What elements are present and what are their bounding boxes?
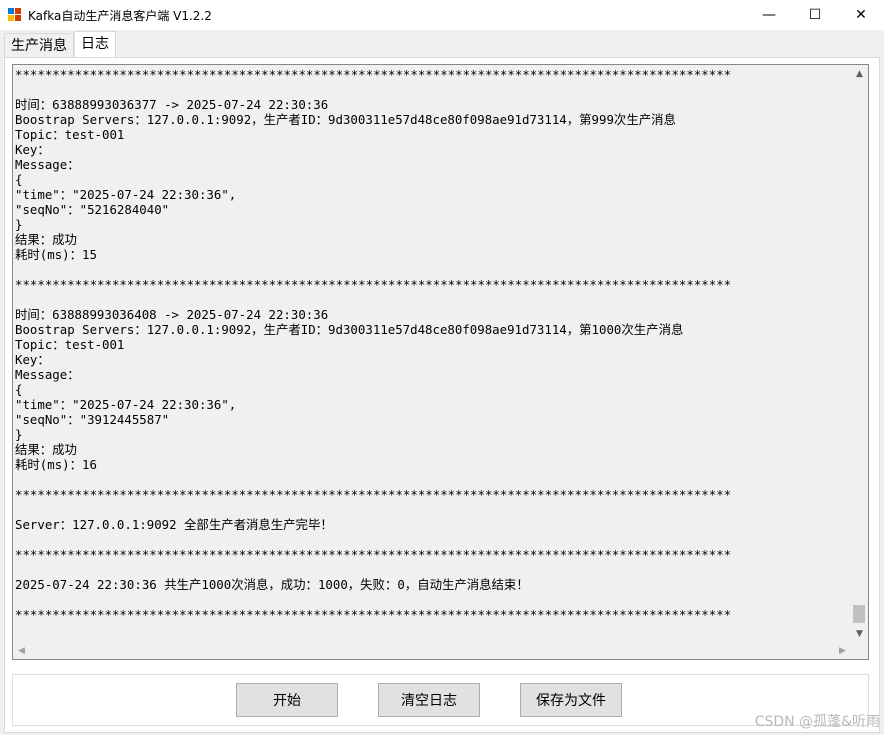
scroll-right-icon[interactable]: ▶ xyxy=(834,642,851,659)
log-line: { xyxy=(15,172,23,187)
log-line: } xyxy=(15,217,23,232)
log-line: Topic：test-001 xyxy=(15,127,125,142)
save-to-file-button[interactable]: 保存为文件 xyxy=(520,683,622,717)
log-line: ****************************************… xyxy=(15,547,732,562)
log-line: Topic：test-001 xyxy=(15,337,125,352)
close-button[interactable]: ✕ xyxy=(838,0,884,30)
log-line: Server：127.0.0.1:9092 全部生产者消息生产完毕！ xyxy=(15,517,333,532)
tab-log[interactable]: 日志 xyxy=(74,31,116,58)
log-line: ****************************************… xyxy=(15,487,732,502)
tab-strip: 生产消息 日志 xyxy=(4,31,116,58)
scroll-left-icon[interactable]: ◀ xyxy=(13,642,30,659)
log-line: 时间：63888993036408 -> 2025-07-24 22:30:36 xyxy=(15,307,329,322)
title-bar: Kafka自动生产消息客户端 V1.2.2 — ☐ ✕ xyxy=(0,0,884,30)
log-line: "seqNo"："3912445587" xyxy=(15,412,170,427)
action-button-group: 开始 清空日志 保存为文件 xyxy=(12,674,869,726)
log-line: Boostrap Servers：127.0.0.1:9092，生产者ID：9d… xyxy=(15,322,684,337)
log-line: "time"："2025-07-24 22:30:36", xyxy=(15,187,237,202)
log-line: 2025-07-24 22:30:36 共生产1000次消息，成功：1000，失… xyxy=(15,577,529,592)
log-line: Message： xyxy=(15,367,80,382)
scroll-down-icon[interactable]: ▼ xyxy=(851,625,868,642)
app-icon xyxy=(8,8,22,22)
log-line: Key： xyxy=(15,142,50,157)
scroll-up-icon[interactable]: ▲ xyxy=(851,65,868,82)
log-textbox[interactable]: ****************************************… xyxy=(12,64,869,660)
log-line: ****************************************… xyxy=(15,277,732,292)
log-line: Boostrap Servers：127.0.0.1:9092，生产者ID：9d… xyxy=(15,112,676,127)
log-content: ****************************************… xyxy=(15,67,849,641)
log-line: 耗时(ms)：16 xyxy=(15,457,97,472)
log-line: "time"："2025-07-24 22:30:36", xyxy=(15,397,237,412)
maximize-button[interactable]: ☐ xyxy=(792,0,838,30)
log-line: ****************************************… xyxy=(15,67,732,82)
log-line: 时间：63888993036377 -> 2025-07-24 22:30:36 xyxy=(15,97,329,112)
log-line: ****************************************… xyxy=(15,607,732,622)
log-line: { xyxy=(15,382,23,397)
tab-produce-message[interactable]: 生产消息 xyxy=(4,33,74,58)
window-title: Kafka自动生产消息客户端 V1.2.2 xyxy=(28,8,212,23)
vertical-scrollbar[interactable]: ▲ ▼ xyxy=(851,65,868,642)
log-line: 耗时(ms)：15 xyxy=(15,247,97,262)
log-line: Message： xyxy=(15,157,80,172)
log-line: 结果：成功 xyxy=(15,442,77,457)
log-line: Key： xyxy=(15,352,50,367)
clear-log-button[interactable]: 清空日志 xyxy=(378,683,480,717)
scroll-thumb[interactable] xyxy=(853,605,865,623)
log-line: } xyxy=(15,427,23,442)
start-button[interactable]: 开始 xyxy=(236,683,338,717)
log-line: "seqNo"："5216284040" xyxy=(15,202,170,217)
log-line: 结果：成功 xyxy=(15,232,77,247)
scrollbar-corner xyxy=(851,642,868,659)
horizontal-scrollbar[interactable]: ◀ ▶ xyxy=(13,642,851,659)
watermark: CSDN @孤蓬&听雨 xyxy=(754,714,880,730)
minimize-button[interactable]: — xyxy=(746,0,792,30)
